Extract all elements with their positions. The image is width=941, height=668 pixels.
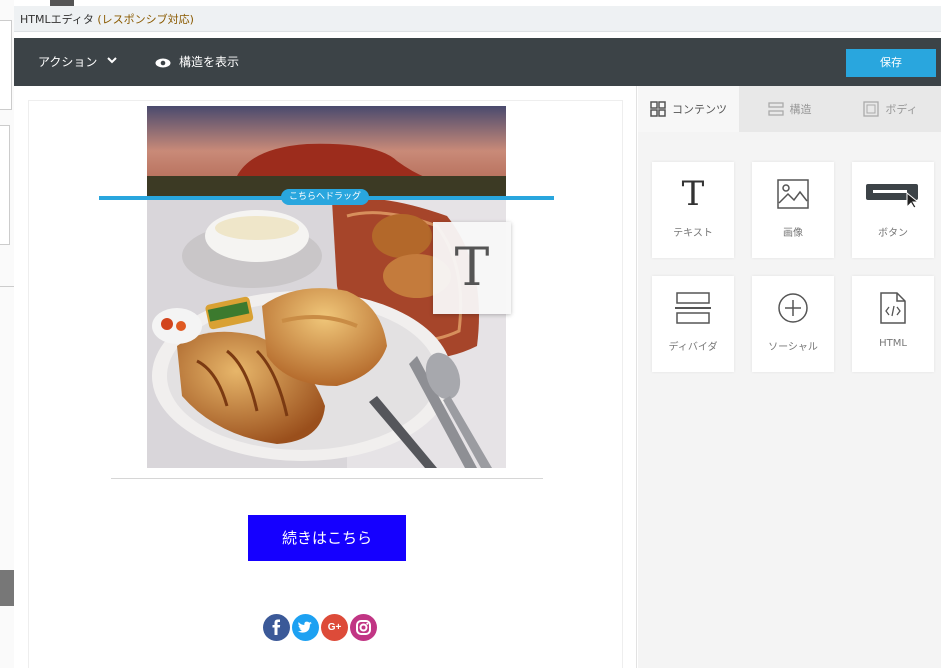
blocks-panel: コンテンツ 構造 ボディ T テキスト 画像 ボタン ディバイダ ソーシャル H… <box>638 86 941 668</box>
editor-canvas[interactable]: こちらへドラッグ T 続きはこちら G+ <box>14 86 637 668</box>
block-text-label: テキスト <box>673 228 713 239</box>
drop-hint-badge: こちらへドラッグ <box>281 189 370 205</box>
action-menu-label: アクション <box>38 55 98 69</box>
title-bar: HTMLエディタ (レスポンシブ対応) <box>14 6 941 32</box>
block-html-label: HTML <box>879 338 907 349</box>
divider-icon <box>652 290 734 326</box>
action-menu-button[interactable]: アクション <box>38 53 118 70</box>
background-divider <box>0 286 14 287</box>
block-divider[interactable]: ディバイダ <box>652 276 734 372</box>
background-panel <box>0 20 12 110</box>
button-icon <box>852 176 934 212</box>
social-plus-icon <box>752 290 834 326</box>
block-image-label: 画像 <box>783 228 803 239</box>
show-structure-label: 構造を表示 <box>179 55 240 69</box>
html-icon <box>852 290 934 326</box>
block-image[interactable]: 画像 <box>752 162 834 258</box>
facebook-icon[interactable] <box>263 614 290 641</box>
window-title-text: HTMLエディタ <box>20 13 94 26</box>
tab-structure[interactable]: 構造 <box>739 86 840 132</box>
twitter-icon[interactable] <box>292 614 319 641</box>
window-title: HTMLエディタ (レスポンシブ対応) <box>20 11 194 27</box>
image-icon <box>752 176 834 212</box>
block-divider-label: ディバイダ <box>668 342 718 353</box>
window-title-suffix: (レスポンシブ対応) <box>97 13 194 26</box>
background-panel <box>0 125 10 245</box>
eye-icon <box>155 57 171 67</box>
dragging-text-block[interactable]: T <box>433 222 511 314</box>
google-plus-icon[interactable]: G+ <box>321 614 348 641</box>
tab-body-label: ボディ <box>885 103 918 116</box>
block-button[interactable]: ボタン <box>852 162 934 258</box>
tab-body[interactable]: ボディ <box>840 86 941 132</box>
panel-tabs: コンテンツ 構造 ボディ <box>638 86 941 132</box>
tab-contents[interactable]: コンテンツ <box>638 86 739 132</box>
social-icons: G+ <box>263 614 377 641</box>
tab-structure-label: 構造 <box>789 103 812 116</box>
grid-icon <box>650 101 666 117</box>
block-text[interactable]: T テキスト <box>652 162 734 258</box>
tab-contents-label: コンテンツ <box>672 103 727 116</box>
block-button-label: ボタン <box>878 228 908 239</box>
block-social-label: ソーシャル <box>768 342 818 353</box>
body-icon <box>863 101 880 117</box>
block-html[interactable]: HTML <box>852 276 934 372</box>
rows-icon <box>767 101 784 117</box>
show-structure-button[interactable]: 構造を表示 <box>155 53 239 70</box>
text-icon-glyph: T <box>681 174 705 214</box>
background-block <box>0 570 14 606</box>
instagram-icon[interactable] <box>350 614 377 641</box>
save-button[interactable]: 保存 <box>846 49 936 77</box>
google-plus-label: G+ <box>327 622 342 633</box>
editor-toolbar: アクション 構造を表示 保存 <box>14 38 941 86</box>
continue-button[interactable]: 続きはこちら <box>248 515 406 561</box>
chevron-down-icon <box>107 56 118 67</box>
block-social[interactable]: ソーシャル <box>752 276 834 372</box>
image-divider <box>111 478 543 479</box>
text-icon: T <box>652 174 734 214</box>
editor-window: HTMLエディタ (レスポンシブ対応) アクション 構造を表示 保存 こちらへド… <box>0 0 941 668</box>
